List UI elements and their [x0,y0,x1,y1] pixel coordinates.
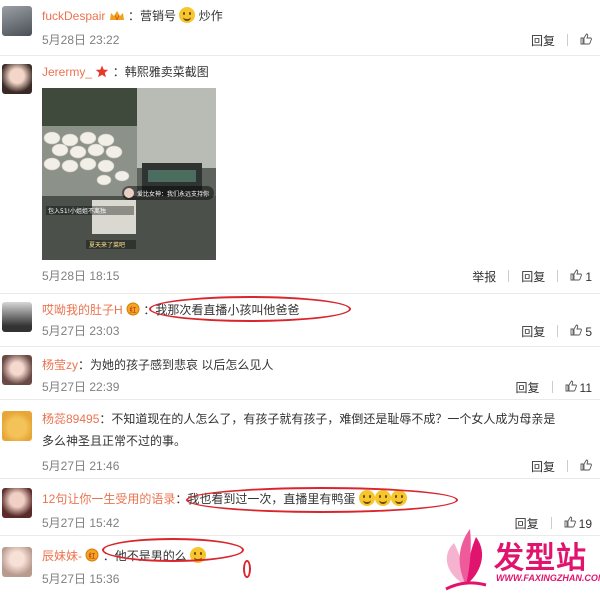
reply-button[interactable]: 回复 [531,458,555,475]
comment-body: ：不知道现在的人怎么了，有孩子就有孩子，难倒还是耻辱不成？一个女人成为母亲是 [99,412,556,426]
like-button[interactable] [580,33,592,48]
thumbs-up-icon [570,324,583,335]
svg-text:红: 红 [89,551,96,560]
watermark-logo: 发型站 WWW.FAXINGZHAN.COM [436,515,600,595]
username-link[interactable]: 杨蕊89495 [42,412,99,426]
avatar[interactable] [2,64,32,94]
laughing-emoji-icon [358,490,375,506]
watermark-url: WWW.FAXINGZHAN.COM [496,573,600,583]
comment-text-line: 杨蕊89495：不知道现在的人怎么了，有孩子就有孩子，难倒还是耻辱不成？一个女人… [42,410,590,428]
comment-body: ：韩熙雅卖菜截图 [112,65,209,79]
divider [567,460,568,472]
reply-button[interactable]: 回复 [521,323,545,340]
reply-button[interactable]: 回复 [521,268,545,285]
comment-feed: fuckDespair V ：营销号 炒作 5月28日 23:22 回复 Jer… [0,0,600,595]
comment-time: 5月27日 15:36 [42,572,120,586]
avatar[interactable] [2,411,32,441]
comment-text-line: 哎呦我的肚子H 红 ：我那次看直播小孩叫他爸爸 [42,301,590,321]
comment-text-line-2: 多么神圣且正常不过的事。 [42,434,187,448]
like-count: 5 [585,324,592,339]
vip-crown-icon: V [109,9,125,27]
like-button[interactable]: 11 [565,380,592,395]
thumbs-up-icon [580,33,592,44]
like-count: 1 [585,269,592,284]
thumbs-up-icon [580,459,592,470]
comment-body: ：他不是男的么 [102,549,187,563]
doge-emoji-icon [179,7,196,23]
avatar[interactable] [2,6,32,36]
username-link[interactable]: 辰妹妹- [42,549,82,563]
username-link[interactable]: fuckDespair [42,9,105,23]
flower-logo-icon [445,529,487,591]
laughing-emoji-icon [390,490,407,506]
laughing-emoji-icon [374,490,391,506]
like-count: 11 [579,380,592,395]
red-badge-icon: 红 [126,302,140,321]
comment-actions: 回复 11 [516,379,592,395]
avatar[interactable] [2,547,32,577]
divider [567,34,568,46]
watermark-title: 发型站 [494,541,587,576]
comment-time: 5月27日 15:42 [42,516,120,530]
reply-button[interactable]: 回复 [531,32,555,49]
avatar[interactable] [2,488,32,518]
comment-item: 杨莹zy：为她的孩子感到悲哀 以后怎么见人 5月27日 22:39 回复 11 [0,348,600,400]
photo-caption-3: 夏天来了菜吧 [89,241,125,249]
star-badge-icon [95,65,109,83]
comment-time: 5月27日 22:39 [42,380,120,394]
comment-time: 5月28日 18:15 [42,269,120,283]
comment-body: ：我那次看直播小孩叫他爸爸 [143,303,300,317]
avatar[interactable] [2,302,32,332]
like-button[interactable]: 1 [570,269,592,284]
doge-emoji-icon [190,547,207,563]
comment-item: 杨蕊89495：不知道现在的人怎么了，有孩子就有孩子，难倒还是耻辱不成？一个女人… [0,401,600,479]
divider [551,381,553,393]
comment-time: 5月28日 23:22 [42,33,120,47]
comment-actions: 回复 5 [521,323,592,339]
market-stall-image: 爱比女神：我们永远支持你 包入51!小姐姐不离独 夏天来了菜吧 [42,88,216,260]
thumbs-up-icon [565,380,577,391]
comment-time: 5月27日 21:46 [42,459,120,473]
username-link[interactable]: 哎呦我的肚子H [42,303,123,317]
comment-body: ：营销号 [128,9,177,23]
like-button[interactable] [580,459,592,474]
divider [557,325,559,337]
comment-text-line: 12句让你一生受用的语录：我也看到过一次，直播里有鸭蛋 [42,490,590,508]
comment-photo[interactable]: 爱比女神：我们永远支持你 包入51!小姐姐不离独 夏天来了菜吧 [42,88,216,260]
username-link[interactable]: Jerermy_ [42,65,92,79]
like-button[interactable]: 5 [570,324,592,339]
comment-actions: 回复 [531,32,592,48]
divider [557,270,559,282]
comment-item: 哎呦我的肚子H 红 ：我那次看直播小孩叫他爸爸 5月27日 23:03 回复 5 [0,295,600,347]
avatar[interactable] [2,355,32,385]
photo-caption-2: 包入51!小姐姐不离独 [48,207,106,215]
username-link[interactable]: 12句让你一生受用的语录 [42,492,175,506]
photo-caption-1: 爱比女神：我们永远支持你 [137,190,209,198]
svg-text:红: 红 [130,305,137,314]
report-button[interactable]: 举报 [472,268,496,285]
comment-item: fuckDespair V ：营销号 炒作 5月28日 23:22 回复 [0,0,600,56]
comment-body-suffix-static: 炒作 [198,9,223,23]
reply-button[interactable]: 回复 [516,379,540,396]
comment-actions: 回复 [531,458,592,474]
comment-actions: 举报 回复 1 [472,268,592,284]
username-link[interactable]: 杨莹zy [42,358,78,372]
red-badge-icon: 红 [85,548,99,567]
comment-text-line: Jerermy_ ：韩熙雅卖菜截图 [42,63,590,83]
comment-body: ：为她的孩子感到悲哀 以后怎么见人 [78,358,274,372]
comment-text-line: fuckDespair V ：营销号 炒作 [42,7,590,27]
thumbs-up-icon [570,269,583,280]
divider [508,270,510,282]
comment-body: ：我也看到过一次，直播里有鸭蛋 [175,492,356,506]
comment-time: 5月27日 23:03 [42,324,120,338]
comment-text-line: 杨莹zy：为她的孩子感到悲哀 以后怎么见人 [42,356,590,374]
